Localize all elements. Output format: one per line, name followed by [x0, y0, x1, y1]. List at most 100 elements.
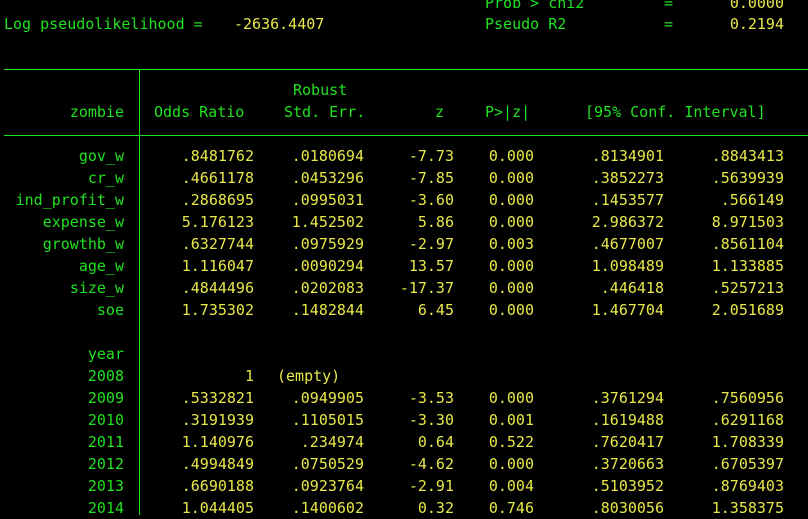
odds-ratio-cell: .4844496	[181, 279, 254, 297]
odds-ratio-cell: 1.116047	[181, 257, 254, 275]
row-label: 2011	[87, 433, 124, 451]
ci-low-cell: .4677007	[591, 235, 664, 253]
ci-high-cell: .5639939	[711, 169, 784, 187]
ci-low-cell: 2.986372	[591, 213, 664, 231]
ci-low-cell: .7620417	[591, 433, 664, 451]
ci-low-cell: .1619488	[591, 411, 664, 429]
ci-low-cell: 1.098489	[591, 257, 664, 275]
pvalue-cell: 0.746	[488, 499, 534, 517]
z-cell: -2.97	[408, 235, 454, 253]
header-odds-ratio: Odds Ratio	[154, 103, 245, 121]
r2-value: 0.2194	[729, 15, 784, 33]
ci-low-cell: .1453577	[591, 191, 664, 209]
ci-high-cell: .8843413	[711, 147, 784, 165]
row-label: 2012	[87, 455, 124, 473]
header-z: z	[434, 103, 444, 121]
row-label: 2008	[87, 367, 124, 385]
odds-ratio-cell: .2868695	[181, 191, 254, 209]
std-err-cell: .0453296	[291, 169, 364, 187]
odds-ratio-cell: 1	[244, 367, 254, 385]
pvalue-cell: 0.000	[488, 191, 534, 209]
pvalue-cell: 0.004	[488, 477, 534, 495]
std-err-cell: .234974	[300, 433, 364, 451]
pvalue-cell: 0.000	[488, 455, 534, 473]
odds-ratio-cell: .4661178	[181, 169, 254, 187]
z-cell: -7.73	[408, 147, 454, 165]
ci-high-cell: .7560956	[711, 389, 784, 407]
year-group-label: year	[87, 345, 124, 363]
std-err-cell: 1.452502	[291, 213, 364, 231]
std-err-cell: .0180694	[291, 147, 364, 165]
odds-ratio-cell: .3191939	[181, 411, 254, 429]
pvalue-cell: 0.000	[488, 257, 534, 275]
z-cell	[380, 365, 454, 387]
prob-label: Prob > chi2	[485, 0, 585, 12]
row-label: gov_w	[78, 147, 124, 165]
row-label: soe	[96, 301, 124, 319]
ci-low-cell: 1.467704	[591, 301, 664, 319]
row-label: size_w	[69, 279, 124, 297]
z-cell: -3.30	[408, 411, 454, 429]
header-std-err: Std. Err.	[284, 103, 366, 121]
ci-low-cell: .8134901	[591, 147, 664, 165]
ci-high-cell: .566149	[720, 191, 784, 209]
ci-high-cell: 1.708339	[711, 433, 784, 451]
pvalue-cell: 0.522	[488, 433, 534, 451]
row-label: ind_profit_w	[15, 191, 124, 209]
std-err-cell: .0750529	[291, 455, 364, 473]
std-err-cell: .1482844	[291, 301, 364, 319]
odds-ratio-cell: .6327744	[181, 235, 254, 253]
prob-value: 0.0000	[729, 0, 784, 12]
std-err-cell: .0923764	[291, 477, 364, 495]
odds-ratio-cell: 1.140976	[181, 433, 254, 451]
header-conf-interval: [95% Conf. Interval]	[585, 103, 766, 121]
ci-low-cell: .3720663	[591, 455, 664, 473]
z-cell: -3.60	[408, 191, 454, 209]
ci-high-cell: .6291168	[711, 411, 784, 429]
z-cell: -2.91	[408, 477, 454, 495]
std-err-cell: .1400602	[291, 499, 364, 517]
row-label: 2009	[87, 389, 124, 407]
table-top-rule	[4, 69, 808, 70]
pvalue-cell: 0.000	[488, 301, 534, 319]
pvalue-cell: 0.000	[488, 147, 534, 165]
row-label: cr_w	[87, 169, 124, 187]
odds-ratio-cell: .8481762	[181, 147, 254, 165]
ci-low-cell: .446418	[600, 279, 664, 297]
r2-eq: =	[664, 15, 674, 33]
pvalue-cell: 0.000	[488, 169, 534, 187]
ci-high-cell: .8561104	[711, 235, 784, 253]
odds-ratio-cell: .6690188	[181, 477, 254, 495]
ci-high-cell: 8.971503	[711, 213, 784, 231]
std-err-cell: .0949905	[291, 389, 364, 407]
prob-eq: =	[664, 0, 674, 12]
z-cell: 5.86	[417, 213, 454, 231]
row-label: 2010	[87, 411, 124, 429]
header-depvar: zombie	[69, 103, 124, 121]
odds-ratio-cell: .5332821	[181, 389, 254, 407]
header-pvalue: P>|z|	[485, 103, 531, 121]
pvalue-cell: 0.003	[488, 235, 534, 253]
odds-ratio-cell: .4994849	[181, 455, 254, 473]
row-label: expense_w	[42, 213, 124, 231]
ci-high-cell: .8769403	[711, 477, 784, 495]
z-cell: -7.85	[408, 169, 454, 187]
odds-ratio-cell: 1.044405	[181, 499, 254, 517]
std-err-cell: .1105015	[291, 411, 364, 429]
ci-high-cell: 1.133885	[711, 257, 784, 275]
ci-low-cell: .8030056	[591, 499, 664, 517]
pvalue-cell: 0.000	[488, 389, 534, 407]
odds-ratio-cell: 5.176123	[181, 213, 254, 231]
ci-high-cell: .5257213	[711, 279, 784, 297]
z-cell: 0.32	[417, 499, 454, 517]
header-robust: Robust	[293, 81, 348, 99]
ci-high-cell	[680, 365, 784, 387]
std-err-cell: .0975929	[291, 235, 364, 253]
std-err-cell: .0090294	[291, 257, 364, 275]
pvalue-cell: 0.000	[488, 279, 534, 297]
ci-high-cell: 1.358375	[711, 499, 784, 517]
loglik-label: Log pseudolikelihood =	[4, 15, 203, 33]
z-cell: -3.53	[408, 389, 454, 407]
z-cell: -4.62	[408, 455, 454, 473]
r2-label: Pseudo R2	[485, 15, 567, 33]
